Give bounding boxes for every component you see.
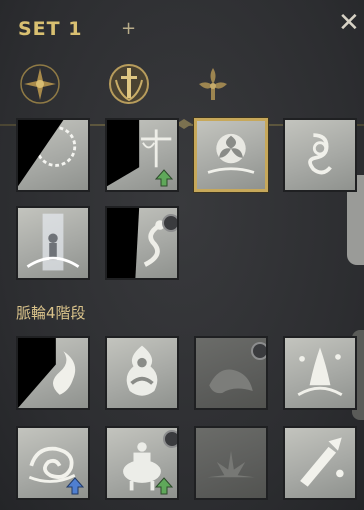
- skill-set-panel: SET 1 + ✕ 脈輪4階段: [0, 0, 364, 510]
- balance-scale-skill-icon[interactable]: [105, 118, 179, 192]
- triskele-skill-icon[interactable]: [194, 118, 268, 192]
- ground-burst-skill-icon[interactable]: [194, 426, 268, 500]
- upgrade-arrow-icon: [155, 477, 173, 495]
- set-title[interactable]: SET 1: [18, 18, 82, 40]
- lock-indicator-icon: [162, 214, 177, 232]
- shattered-blade-skill-icon[interactable]: [283, 426, 357, 500]
- knot-skill-icon[interactable]: [283, 118, 357, 192]
- lock-indicator-icon: [163, 430, 177, 448]
- meditating-figure-skill-icon[interactable]: [105, 336, 179, 410]
- upgrade-arrow-icon: [66, 477, 84, 495]
- swirl-wind-skill-icon[interactable]: [16, 426, 90, 500]
- sword-shield-emblem-icon[interactable]: [107, 62, 151, 106]
- fleur-emblem-icon[interactable]: [191, 62, 235, 106]
- lock-indicator-icon: [251, 342, 266, 360]
- thorn-ring-skill-icon[interactable]: [16, 118, 90, 192]
- praying-hands-skill-icon[interactable]: [283, 336, 357, 410]
- light-pillar-skill-icon[interactable]: [16, 206, 90, 280]
- shadow-beast-skill-icon[interactable]: [194, 336, 268, 410]
- upgrade-arrow-icon: [155, 169, 173, 187]
- flame-wisp-skill-icon[interactable]: [16, 336, 90, 410]
- close-button[interactable]: ✕: [338, 8, 360, 38]
- add-set-button[interactable]: +: [121, 18, 136, 39]
- compass-star-emblem-icon[interactable]: [18, 62, 62, 106]
- incense-burner-skill-icon[interactable]: [105, 426, 179, 500]
- rising-serpent-skill-icon[interactable]: [105, 206, 179, 280]
- section-label: 脈輪4階段: [16, 304, 86, 322]
